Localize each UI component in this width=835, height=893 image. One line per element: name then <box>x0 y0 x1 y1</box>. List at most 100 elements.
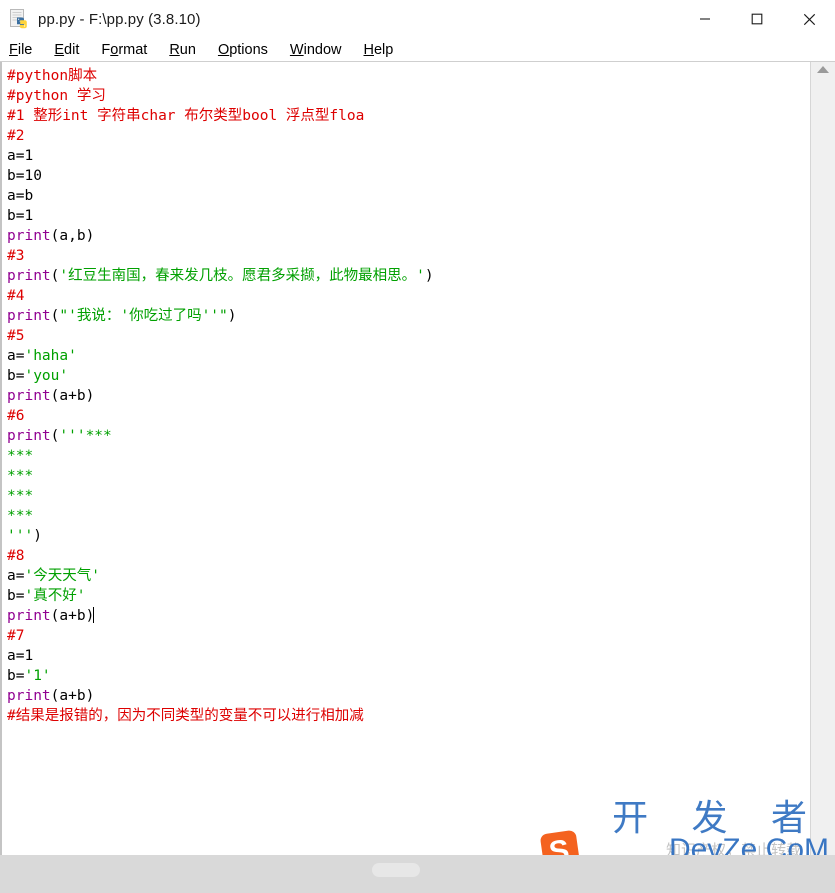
code-line: print('''*** <box>7 426 810 446</box>
code-token-comment: #python 学习 <box>7 88 106 104</box>
code-token-plain: ) <box>227 308 237 324</box>
editor-region: #python脚本 #python 学习 #1 整形int 字符串char 布尔类型… <box>0 62 835 857</box>
code-token-builtin: print <box>7 268 51 284</box>
code-token-plain: a= <box>7 348 25 364</box>
code-line: #4 <box>7 286 810 306</box>
code-line: print(a+b) <box>7 686 810 706</box>
minimize-icon <box>700 18 710 20</box>
code-line: *** <box>7 506 810 526</box>
code-token-string: *** <box>7 508 34 524</box>
code-token-builtin: print <box>7 428 51 444</box>
menu-item-file[interactable]: File <box>9 39 43 61</box>
code-token-string: 'haha' <box>24 348 77 364</box>
code-token-plain: b=1 <box>7 208 34 224</box>
code-token-comment: #8 <box>7 548 25 564</box>
menu-item-run[interactable]: Run <box>169 39 207 61</box>
window-titlebar: pp.py - F:\pp.py (3.8.10) <box>0 0 835 38</box>
code-token-comment: #结果是报错的，因为不同类型的变量不可以进行相加减 <box>7 708 364 724</box>
code-token-builtin: print <box>7 388 51 404</box>
code-token-plain: b=10 <box>7 168 42 184</box>
menu-accelerator-letter: E <box>54 41 65 58</box>
close-button[interactable] <box>783 0 835 38</box>
menu-item-edit[interactable]: Edit <box>54 39 90 61</box>
menu-item-label-rest: elp <box>373 41 394 58</box>
code-line: print("'我说：'你吃过了吗''") <box>7 306 810 326</box>
idle-editor-window: pp.py - F:\pp.py (3.8.10) File Edit Format <box>0 0 835 893</box>
code-token-plain: b= <box>7 668 25 684</box>
menu-bar: File Edit Format Run Options Window Help <box>0 38 835 62</box>
code-token-plain: (a+b) <box>50 388 95 404</box>
code-line: #结果是报错的，因为不同类型的变量不可以进行相加减 <box>7 706 810 726</box>
maximize-button[interactable] <box>731 0 783 38</box>
code-line: *** <box>7 446 810 466</box>
code-token-comment: #7 <box>7 628 25 644</box>
code-line: b=1 <box>7 206 810 226</box>
code-line: #python 学习 <box>7 86 810 106</box>
code-line: print(a+b) <box>7 386 810 406</box>
code-token-comment: #3 <box>7 248 25 264</box>
code-text-area[interactable]: #python脚本 #python 学习 #1 整形int 字符串char 布尔类型… <box>0 62 810 857</box>
code-token-builtin: print <box>7 688 51 704</box>
code-line: #6 <box>7 406 810 426</box>
menu-item-options[interactable]: Options <box>218 39 279 61</box>
window-controls <box>679 0 835 38</box>
code-line: ''') <box>7 526 810 546</box>
menu-item-format[interactable]: Format <box>101 39 158 61</box>
code-line: #3 <box>7 246 810 266</box>
menu-item-label-rest: rmat <box>118 41 148 58</box>
menu-item-window[interactable]: Window <box>290 39 353 61</box>
code-token-plain: b= <box>7 588 25 604</box>
code-line: a='今天天气' <box>7 566 810 586</box>
code-line: a=1 <box>7 146 810 166</box>
code-token-plain: (a,b) <box>50 228 95 244</box>
code-token-string: "'我说：'你吃过了吗''" <box>59 308 228 324</box>
vertical-scrollbar[interactable] <box>810 62 835 857</box>
menu-item-label-rest: un <box>179 41 196 58</box>
code-line: a=1 <box>7 646 810 666</box>
code-line: #8 <box>7 546 810 566</box>
code-line: print('红豆生南国，春来发几枝。愿君多采撷，此物最相思。') <box>7 266 810 286</box>
code-token-string: '今天天气' <box>24 568 100 584</box>
python-idle-file-icon <box>8 8 30 30</box>
code-line: b='you' <box>7 366 810 386</box>
code-token-plain: (a+b) <box>50 688 95 704</box>
text-cursor <box>93 607 95 623</box>
code-token-builtin: print <box>7 228 51 244</box>
code-line: a=b <box>7 186 810 206</box>
menu-item-label-rest: ptions <box>229 41 268 58</box>
code-line: #7 <box>7 626 810 646</box>
menu-item-help[interactable]: Help <box>364 39 405 61</box>
code-line: a='haha' <box>7 346 810 366</box>
code-token-plain: a=b <box>7 188 34 204</box>
maximize-icon <box>751 13 763 25</box>
menu-accelerator-letter: W <box>289 41 304 58</box>
code-line: b='真不好' <box>7 586 810 606</box>
code-line: #1 整形int 字符串char 布尔类型bool 浮点型floa <box>7 106 810 126</box>
menu-accelerator-letter: R <box>169 41 180 58</box>
taskbar-pill <box>372 863 420 877</box>
code-token-plain: (a+b) <box>50 608 95 624</box>
menu-item-label-rest: indow <box>303 41 342 58</box>
code-token-string: '''*** <box>59 428 112 444</box>
code-line: *** <box>7 466 810 486</box>
code-line: #python脚本 <box>7 66 810 86</box>
code-token-plain: ) <box>33 528 42 544</box>
code-token-plain: a=1 <box>7 648 34 664</box>
code-token-builtin: print <box>7 308 51 324</box>
close-icon <box>803 13 815 25</box>
minimize-button[interactable] <box>679 0 731 38</box>
code-token-comment: #python脚本 <box>7 68 98 84</box>
code-token-comment: #6 <box>7 408 25 424</box>
code-token-string: *** <box>7 448 34 464</box>
menu-accelerator-letter: O <box>217 41 230 58</box>
code-token-string: '红豆生南国，春来发几枝。愿君多采撷，此物最相思。' <box>59 268 425 284</box>
code-token-string: *** <box>7 468 34 484</box>
code-token-string: *** <box>7 488 34 504</box>
scroll-up-arrow-icon[interactable] <box>817 66 829 73</box>
code-line: b=10 <box>7 166 810 186</box>
code-token-comment: #2 <box>7 128 25 144</box>
code-token-plain: b= <box>7 368 25 384</box>
code-line: #2 <box>7 126 810 146</box>
code-token-plain: a=1 <box>7 148 34 164</box>
code-line: b='1' <box>7 666 810 686</box>
